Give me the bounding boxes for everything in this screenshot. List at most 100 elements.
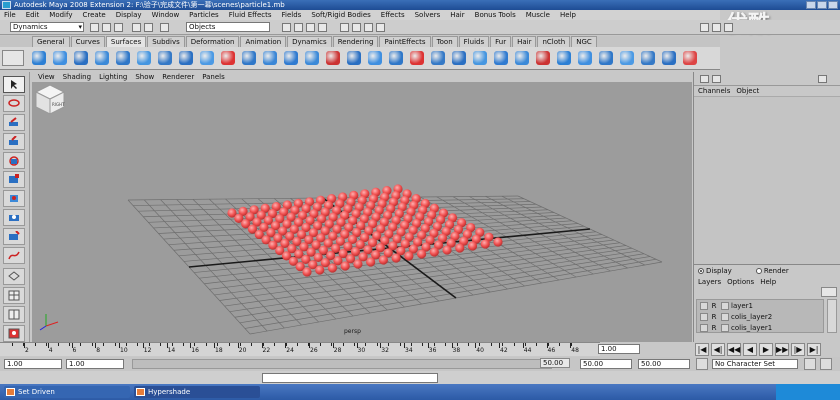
- shelf-tool-icon[interactable]: [683, 51, 697, 65]
- shelf-tab-toon[interactable]: Toon: [431, 36, 458, 47]
- particle[interactable]: [467, 241, 478, 251]
- panel-menu-panels[interactable]: Panels: [202, 72, 225, 82]
- shelf-tool-icon[interactable]: [557, 51, 571, 65]
- shelf-tool-icon[interactable]: [263, 51, 277, 65]
- panel-close-icon[interactable]: [818, 75, 827, 83]
- rotate-tool-button[interactable]: [3, 152, 25, 169]
- close-button[interactable]: [828, 1, 838, 9]
- animation-end-field[interactable]: 50.00: [638, 359, 690, 369]
- menu-file[interactable]: File: [4, 10, 16, 20]
- particle[interactable]: [340, 261, 350, 271]
- shelf-tab-subdivs[interactable]: Subdivs: [147, 36, 185, 47]
- menu-set-dropdown[interactable]: Dynamics: [10, 22, 84, 32]
- playback-start-field[interactable]: 1.00: [66, 359, 124, 369]
- shelf-tab-surfaces[interactable]: Surfaces: [105, 36, 147, 47]
- open-scene-icon[interactable]: [102, 23, 111, 32]
- particle[interactable]: [327, 263, 338, 273]
- particle[interactable]: [378, 255, 388, 265]
- particle[interactable]: [404, 251, 414, 261]
- viewcube-icon[interactable]: RIGHT: [32, 82, 68, 116]
- shelf-tool-icon[interactable]: [305, 51, 319, 65]
- menu-edit[interactable]: Edit: [26, 10, 40, 20]
- curve-tool-button[interactable]: [3, 247, 25, 264]
- perspective-viewport[interactable]: RIGHT persp: [32, 82, 692, 342]
- shelf-tool-icon[interactable]: [452, 51, 466, 65]
- shelf-tool-icon[interactable]: [95, 51, 109, 65]
- maximize-button[interactable]: [817, 1, 827, 9]
- layout-single-pane-button[interactable]: [3, 268, 25, 285]
- layer-row-colis-layer1[interactable]: Rcolis_layer1: [697, 322, 823, 333]
- shelf-tool-icon[interactable]: [32, 51, 46, 65]
- menu-fields[interactable]: Fields: [282, 10, 302, 20]
- layer-row-colis-layer2[interactable]: Rcolis_layer2: [697, 311, 823, 322]
- render-globals-icon[interactable]: [376, 23, 385, 32]
- shelf-tab-curves[interactable]: Curves: [70, 36, 105, 47]
- shelf-tool-icon[interactable]: [641, 51, 655, 65]
- layer-color-swatch[interactable]: [721, 312, 729, 321]
- shelf-tab-fur[interactable]: Fur: [490, 36, 512, 47]
- minimize-button[interactable]: [806, 1, 816, 9]
- shelf-tool-icon[interactable]: [179, 51, 193, 65]
- shelf-tool-icon[interactable]: [599, 51, 613, 65]
- layer-menu-options[interactable]: Options: [727, 278, 754, 286]
- panel-menu-view[interactable]: View: [38, 72, 55, 82]
- character-set-field[interactable]: No Character Set: [712, 359, 798, 369]
- animation-start-field[interactable]: 1.00: [4, 359, 62, 369]
- show-channel-box-icon[interactable]: [724, 23, 733, 32]
- particle[interactable]: [353, 259, 363, 269]
- shelf-tab-rendering[interactable]: Rendering: [332, 36, 379, 47]
- move-tool-button[interactable]: [3, 133, 25, 150]
- shelf-tab-ngc[interactable]: NGC: [571, 36, 597, 47]
- play-backwards-button[interactable]: ◀: [743, 343, 757, 356]
- render-layers-radio[interactable]: Render: [755, 265, 789, 277]
- layer-list-scrollbar[interactable]: [827, 299, 837, 333]
- shelf-tool-icon[interactable]: [389, 51, 403, 65]
- go-to-start-button[interactable]: |◀: [695, 343, 709, 356]
- select-by-component-icon[interactable]: [160, 23, 169, 32]
- history-icon[interactable]: [340, 23, 349, 32]
- step-forward-key-button[interactable]: |▶: [791, 343, 805, 356]
- menu-create[interactable]: Create: [82, 10, 105, 20]
- shelf-tool-icon[interactable]: [347, 51, 361, 65]
- paint-select-tool-button[interactable]: [3, 114, 25, 131]
- channel-box-toggle-icon[interactable]: [700, 75, 709, 83]
- shelf-tool-icon[interactable]: [515, 51, 529, 65]
- layout-four-pane-button[interactable]: [3, 287, 25, 304]
- particle[interactable]: [417, 249, 427, 259]
- particle[interactable]: [480, 239, 490, 249]
- menu-modify[interactable]: Modify: [49, 10, 72, 20]
- shelf-tool-icon[interactable]: [473, 51, 487, 65]
- shelf-tool-icon[interactable]: [431, 51, 445, 65]
- layer-row-layer1[interactable]: Rlayer1: [697, 300, 823, 311]
- playback-end-field[interactable]: 50.00: [580, 359, 632, 369]
- shelf-tab-deformation[interactable]: Deformation: [185, 36, 240, 47]
- shelf-menu-icon[interactable]: [2, 50, 24, 66]
- shelf-tool-icon[interactable]: [137, 51, 151, 65]
- select-by-object-icon[interactable]: [144, 23, 153, 32]
- go-to-end-button[interactable]: ▶|: [807, 343, 821, 356]
- range-slider-thumb[interactable]: 50.00: [540, 358, 570, 368]
- lasso-tool-button[interactable]: [3, 95, 25, 112]
- shelf-tool-icon[interactable]: [578, 51, 592, 65]
- render-frame-icon[interactable]: [352, 23, 361, 32]
- particle[interactable]: [493, 237, 503, 247]
- show-manipulator-tool-button[interactable]: [3, 228, 25, 245]
- particle[interactable]: [366, 257, 376, 267]
- step-back-frame-button[interactable]: ◀◀: [727, 343, 741, 356]
- layer-visibility-toggle[interactable]: [700, 323, 708, 332]
- snap-curve-icon[interactable]: [294, 23, 303, 32]
- menu-effects[interactable]: Effects: [381, 10, 405, 20]
- select-by-hierarchy-icon[interactable]: [132, 23, 141, 32]
- show-tool-settings-icon[interactable]: [712, 23, 721, 32]
- auto-key-icon[interactable]: [804, 358, 816, 370]
- soft-mod-tool-button[interactable]: [3, 209, 25, 226]
- select-tool-button[interactable]: [3, 76, 25, 93]
- shelf-tab-dynamics[interactable]: Dynamics: [287, 36, 332, 47]
- menu-hair[interactable]: Hair: [450, 10, 464, 20]
- shelf-tool-icon[interactable]: [200, 51, 214, 65]
- show-attribute-editor-icon[interactable]: [700, 23, 709, 32]
- shelf-tab-animation[interactable]: Animation: [240, 36, 287, 47]
- channel-box-attributes[interactable]: [694, 96, 840, 264]
- current-frame-field[interactable]: 1.00: [598, 344, 640, 354]
- layer-visibility-toggle[interactable]: [700, 301, 708, 310]
